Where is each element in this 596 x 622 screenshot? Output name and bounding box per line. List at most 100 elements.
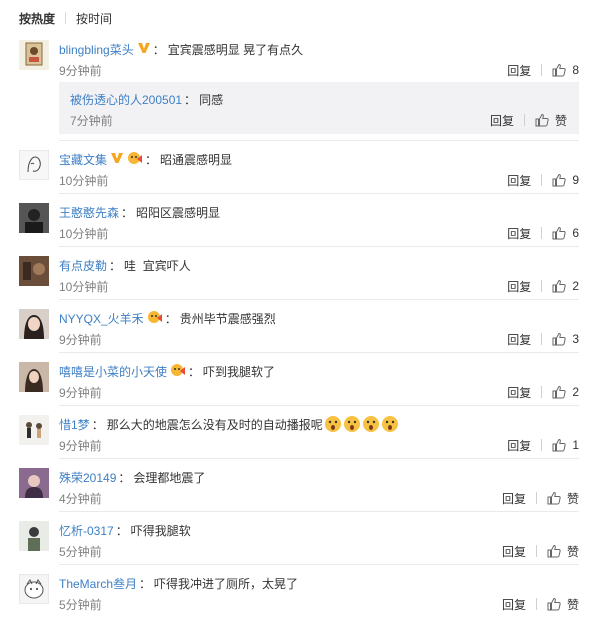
sort-bar: 按热度 按时间 [19,0,112,36]
avatar[interactable] [19,40,49,70]
username-link[interactable]: 惜1梦 [59,416,90,433]
timestamp: 7分钟前 [70,113,113,128]
like-count: 3 [572,332,579,346]
thumbs-up-icon [552,385,566,399]
username-link[interactable]: 被伤透心的人200501 [70,91,182,108]
like-button[interactable]: 2 [552,279,579,293]
timestamp: 10分钟前 [59,226,109,241]
username-link[interactable]: 有点皮勒 [59,257,107,274]
comment-text: 哇 宜宾吓人 [124,258,191,273]
reply-button[interactable]: 回复 [502,596,526,613]
reply-button[interactable]: 回复 [507,278,531,295]
comment-text: 吓得我冲进了厕所，太晃了 [154,576,299,591]
like-button[interactable]: 赞 [535,112,567,129]
avatar[interactable] [19,415,49,445]
like-count: 2 [572,279,579,293]
timestamp: 9分钟前 [59,385,102,400]
timestamp: 5分钟前 [59,544,102,559]
avatar[interactable] [19,203,49,233]
avatar[interactable] [19,468,49,498]
vip-badge-icon[interactable] [137,41,151,58]
divider [65,12,67,24]
reply-actions: 回复 赞 [490,111,567,129]
like-button[interactable]: 2 [552,385,579,399]
like-label: 赞 [554,113,567,128]
nested-reply: 被伤透心的人200501 ： 同感 7分钟前 回复 赞 [59,82,579,134]
like-button[interactable]: 8 [552,63,579,77]
sort-by-hot-tab[interactable]: 按热度 [19,10,55,27]
reply-button[interactable]: 回复 [502,543,526,560]
comment-text: 吓到我腿软了 [203,364,276,379]
username-link[interactable]: 殊荣20149 [59,469,116,486]
reply-button[interactable]: 回复 [502,490,526,507]
thumbs-up-icon [552,438,566,452]
thumbs-up-icon [552,63,566,77]
avatar[interactable] [19,574,49,604]
fan-badge-icon[interactable] [147,310,163,327]
comment-actions: 回复 8 [507,61,579,79]
like-button[interactable]: 3 [552,332,579,346]
thumbs-up-icon [552,332,566,346]
avatar[interactable] [19,150,49,180]
like-button[interactable]: 1 [552,438,579,452]
like-button[interactable]: 赞 [547,490,579,507]
fan-badge-icon[interactable] [127,151,143,168]
timestamp: 5分钟前 [59,597,102,612]
username-link[interactable]: TheMarch叁月 [59,575,137,592]
username-link[interactable]: 宝藏文集 [59,151,107,168]
like-button[interactable]: 赞 [547,596,579,613]
reply-button[interactable]: 回复 [507,437,531,454]
reply-text: 同感 [199,92,224,107]
username-link[interactable]: NYYQX_火羊禾 [59,310,144,327]
comment-text: 吓得我腿软 [130,523,191,538]
timestamp: 9分钟前 [59,63,102,78]
timestamp: 10分钟前 [59,173,109,188]
username-link[interactable]: blingbling菜头 [59,41,134,58]
avatar[interactable] [19,309,49,339]
like-label: 赞 [566,544,579,559]
reply-button[interactable]: 回复 [490,112,514,129]
like-label: 赞 [566,491,579,506]
avatar[interactable] [19,256,49,286]
comment-text: 昭阳区震感明显 [136,205,221,220]
reply-button[interactable]: 回复 [507,384,531,401]
comment-item: 忆析-0317 ： 吓得我腿软 5分钟前 回复 赞 [19,521,579,565]
timestamp: 10分钟前 [59,279,109,294]
comment-text: 贵州毕节震感强烈 [179,311,276,326]
surprised-face-icon [324,415,342,433]
reply-button[interactable]: 回复 [507,331,531,348]
reply-button[interactable]: 回复 [507,225,531,242]
like-count: 8 [572,63,579,77]
surprised-face-icon [362,415,380,433]
comment-item: TheMarch叁月 ： 吓得我冲进了厕所，太晃了 5分钟前 回复 赞 [19,574,579,618]
thumbs-up-icon [547,544,561,558]
avatar[interactable] [19,521,49,551]
comment-item: 殊荣20149 ： 会理都地震了 4分钟前 回复 赞 [19,468,579,512]
username-link[interactable]: 王憨憨先森 [59,204,119,221]
reply-button[interactable]: 回复 [507,62,531,79]
like-button[interactable]: 9 [552,173,579,187]
like-count: 6 [572,226,579,240]
like-count: 1 [572,438,579,452]
username-link[interactable]: 嘻嘻是小菜的小天使 [59,363,167,380]
comment-item: 宝藏文集 ： 昭通震感明显 10分钟前 回复 9 [19,150,579,194]
like-button[interactable]: 6 [552,226,579,240]
thumbs-up-icon [552,173,566,187]
reply-button[interactable]: 回复 [507,172,531,189]
divider [59,140,579,141]
like-button[interactable]: 赞 [547,543,579,560]
comment-item: 有点皮勒 ： 哇 宜宾吓人 10分钟前 回复 2 [19,256,579,300]
comment-line: blingbling菜头 ： 宜宾震感明显 晃了有点久 [59,41,304,58]
reply-line: 被伤透心的人200501 ： 同感 [70,91,224,108]
comment-item: NYYQX_火羊禾 ： 贵州毕节震感强烈 9分钟前 回复 3 [19,309,579,353]
comment-item: 惜1梦 ： 那么大的地震怎么没有及时的自动播报呢 9分钟前 回复 1 [19,415,579,459]
timestamp: 9分钟前 [59,438,102,453]
avatar[interactable] [19,362,49,392]
thumbs-up-icon [552,226,566,240]
thumbs-up-icon [552,279,566,293]
vip-badge-icon[interactable] [110,151,124,168]
comment-text: 宜宾震感明显 晃了有点久 [167,42,304,57]
sort-by-time-tab[interactable]: 按时间 [76,10,112,27]
username-link[interactable]: 忆析-0317 [59,522,114,539]
fan-badge-icon[interactable] [170,363,186,380]
